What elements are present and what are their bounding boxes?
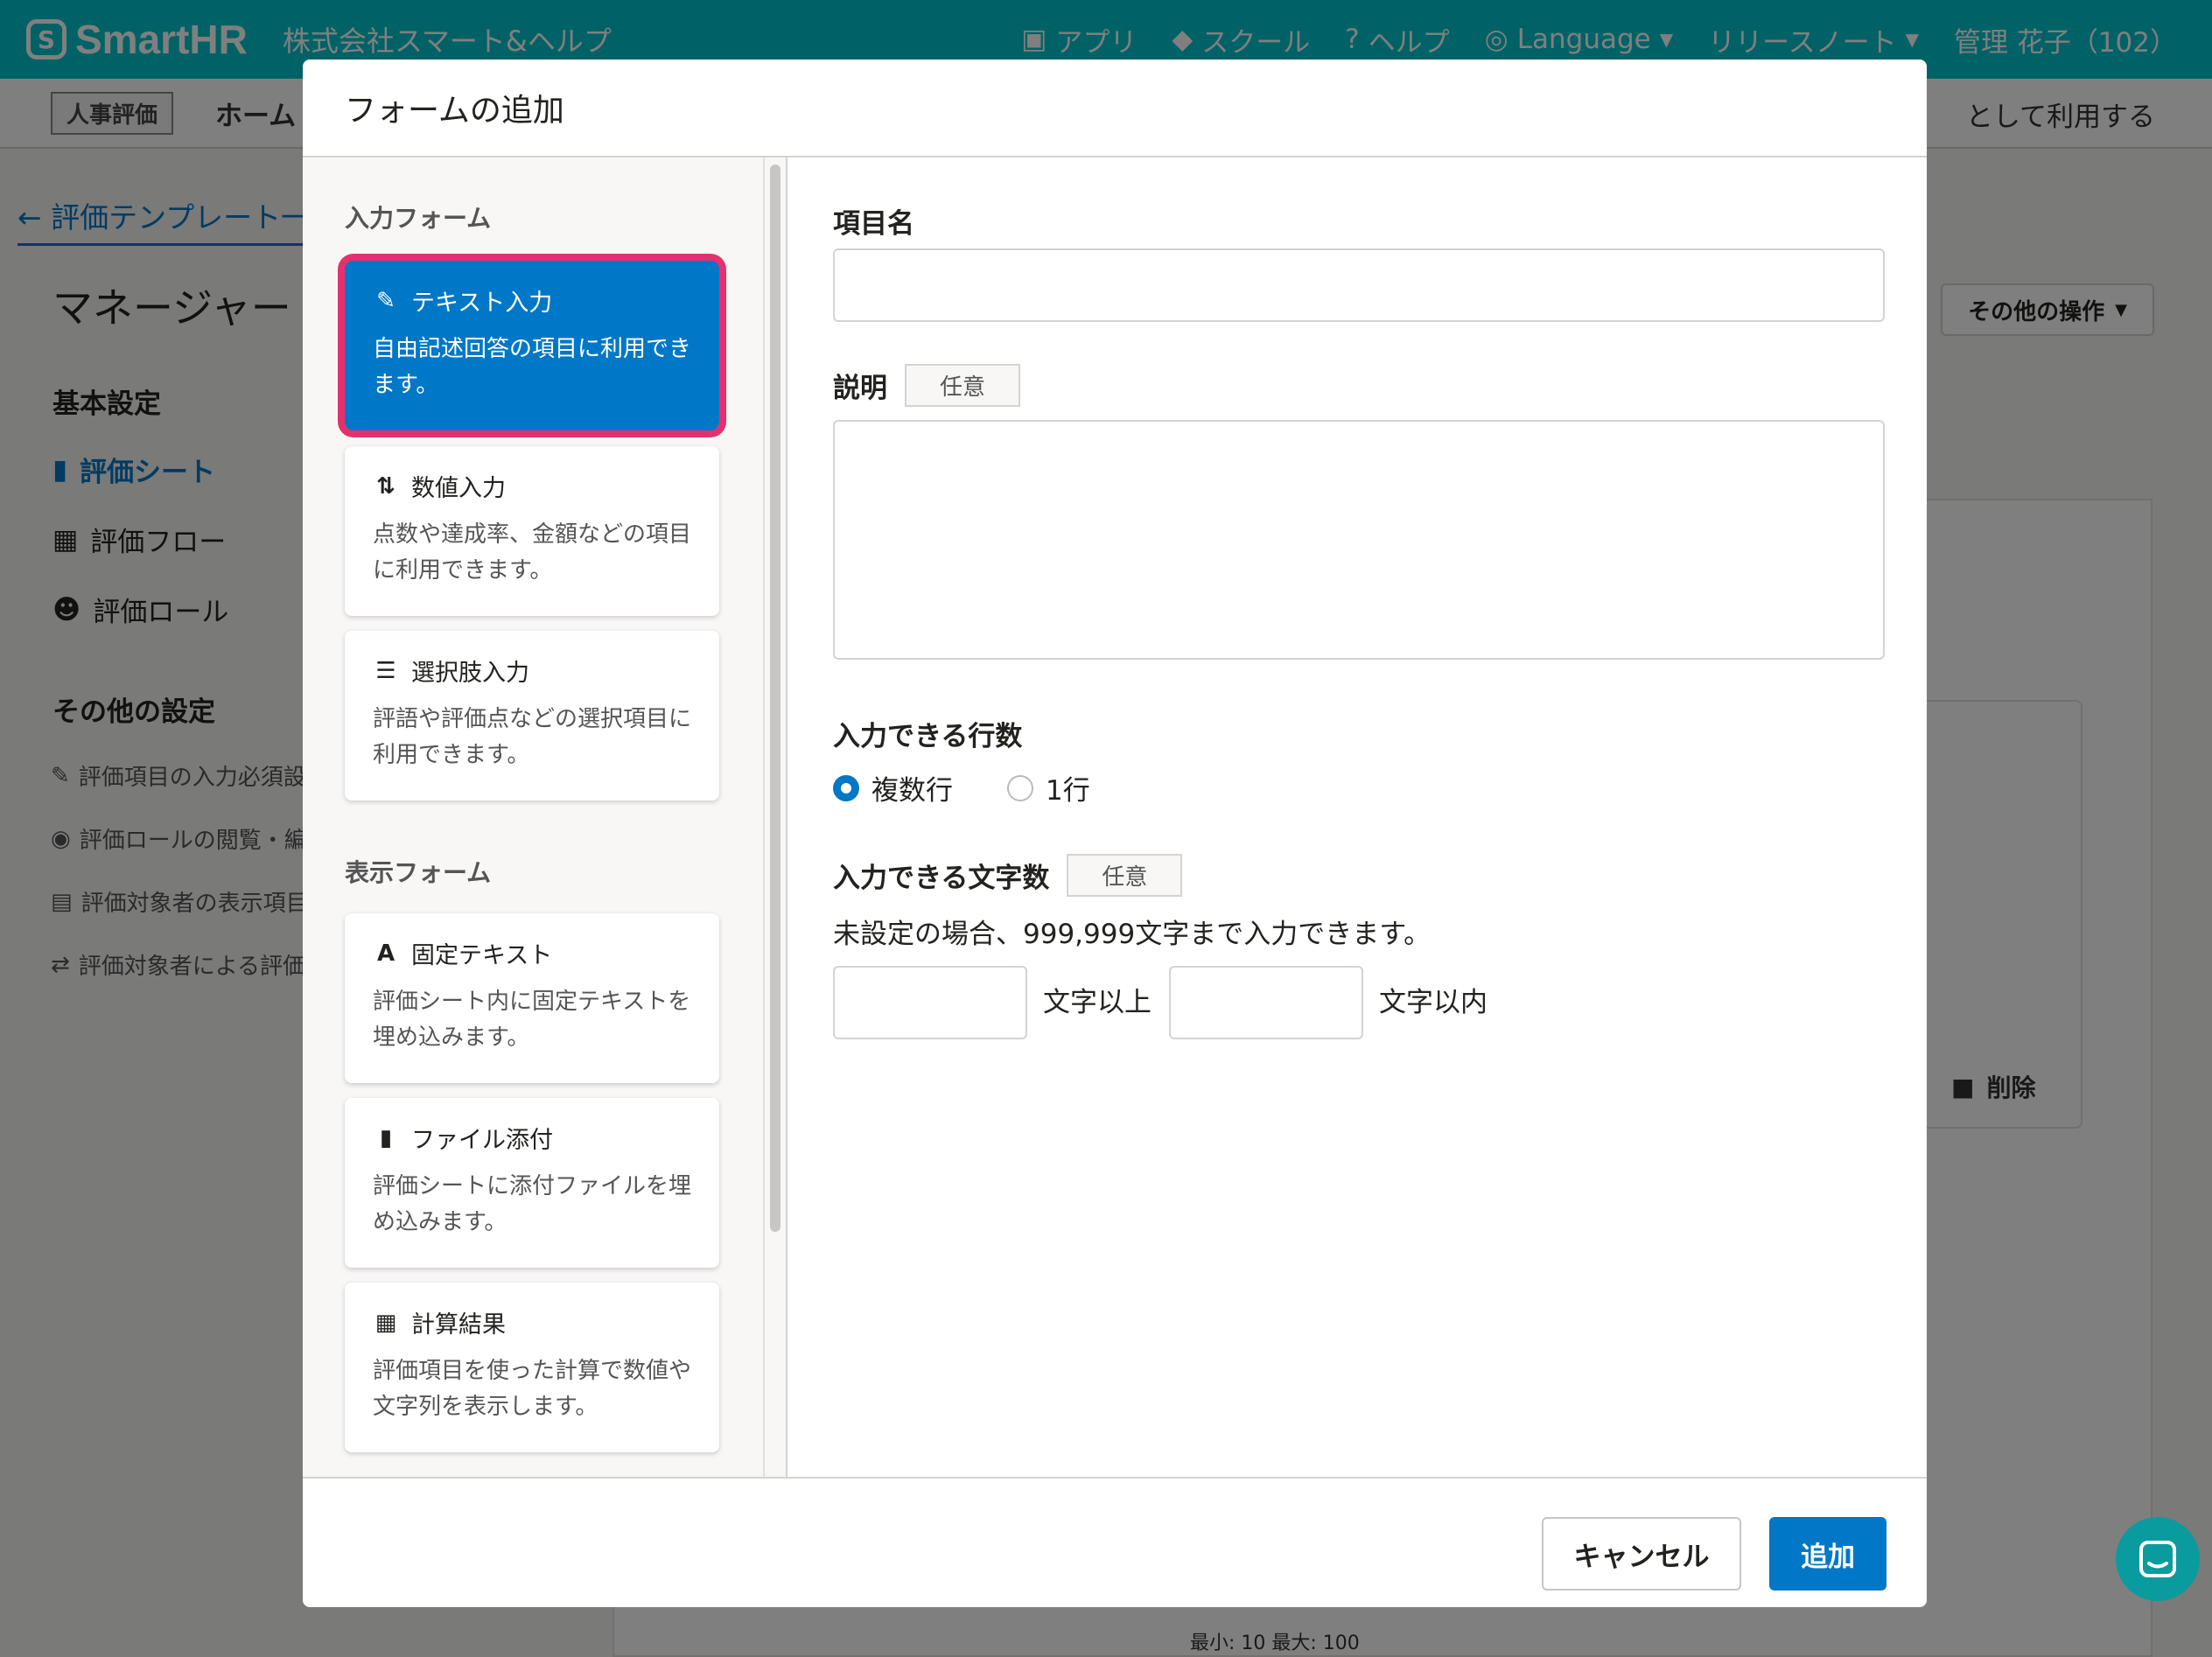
form-card-desc: 評価シートに添付ファイルを埋め込みます。 (373, 1173, 692, 1235)
display-forms-label: 表示フォーム (345, 858, 492, 887)
form-card-title: ☰ 選択肢入力 (373, 654, 691, 688)
min-chars-suffix: 文字以上 (1043, 987, 1152, 1018)
description-label-text: 説明 (833, 373, 887, 404)
chars-label-text: 入力できる文字数 (833, 863, 1050, 894)
dialog-footer: キャンセル 追加 (303, 1477, 1927, 1607)
lines-label: 入力できる行数 (833, 714, 1022, 753)
max-chars-suffix: 文字以内 (1379, 987, 1488, 1018)
field-name-label-text: 項目名 (833, 208, 914, 240)
description-textarea[interactable] (833, 420, 1885, 660)
cancel-button[interactable]: キャンセル (1542, 1517, 1741, 1591)
sort-numeric-icon: ⇅ (376, 472, 396, 500)
field-name-label: 項目名 (833, 201, 914, 241)
form-card-title-text: テキスト入力 (411, 290, 553, 317)
input-forms-label: 入力フォーム (345, 204, 492, 233)
min-chars-input[interactable] (833, 966, 1027, 1039)
chars-helper-text: 未設定の場合、999,999文字まで入力できます。 (833, 919, 1432, 950)
font-icon: A (376, 940, 396, 967)
radio-single-line-label: 1行 (1046, 775, 1090, 807)
scrollbar[interactable] (770, 164, 780, 1232)
form-card-desc: 評価項目を使った計算で数値や文字列を表示します。 (373, 1358, 692, 1420)
form-card-title-text: 計算結果 (411, 1311, 506, 1339)
form-card-title: ▦ 計算結果 (373, 1305, 691, 1339)
form-card-text-input[interactable]: ✎ テキスト入力 自由記述回答の項目に利用できます。 (345, 261, 719, 430)
form-card-title: ▮ ファイル添付 (373, 1121, 691, 1155)
form-card-fixed-text[interactable]: A 固定テキスト 評価シート内に固定テキストを埋め込みます。 (345, 913, 719, 1083)
form-card-number-input[interactable]: ⇅ 数値入力 点数や達成率、金額などの項目に利用できます。 (345, 446, 719, 616)
file-icon: ▮ (379, 1124, 393, 1151)
dialog-body: 入力フォーム ✎ テキスト入力 自由記述回答の項目に利用できます。 ⇅ 数値入力 点… (303, 157, 1927, 1477)
add-button[interactable]: 追加 (1769, 1517, 1886, 1591)
optional-badge: 任意 (905, 364, 1021, 407)
chars-label: 入力できる文字数 任意 (833, 854, 1183, 897)
form-card-title-text: 固定テキスト (411, 942, 553, 969)
form-card-desc: 評価シート内に固定テキストを埋め込みます。 (373, 989, 691, 1051)
field-name-input[interactable] (833, 248, 1885, 322)
form-card-desc: 自由記述回答の項目に利用できます。 (373, 336, 692, 398)
chat-icon (2139, 1541, 2176, 1577)
form-card-choice-input[interactable]: ☰ 選択肢入力 評語や評価点などの選択項目に利用できます。 (345, 631, 719, 801)
form-settings: 項目名 説明 任意 入力できる行数 複数行 1行 入力できる文字数 任意 未設定の場… (789, 157, 1927, 1477)
form-card-desc: 点数や達成率、金額などの項目に利用できます。 (373, 521, 692, 584)
form-card-title: ✎ テキスト入力 (373, 283, 691, 318)
form-card-title: A 固定テキスト (373, 936, 691, 970)
scroll-track (763, 157, 765, 1477)
lines-label-text: 入力できる行数 (833, 721, 1023, 752)
list-icon: ☰ (375, 657, 396, 684)
calculator-icon: ▦ (374, 1309, 397, 1336)
form-card-title-text: ファイル添付 (411, 1127, 553, 1154)
form-card-title-text: 選択肢入力 (411, 660, 529, 687)
radio-multiline-label: 複数行 (872, 775, 953, 807)
optional-badge: 任意 (1067, 854, 1183, 897)
pencil-icon: ✎ (376, 287, 396, 314)
form-card-title: ⇅ 数値入力 (373, 469, 691, 503)
radio-multiline[interactable] (833, 774, 859, 801)
form-card-desc: 評語や評価点などの選択項目に利用できます。 (373, 706, 692, 768)
radio-single-line[interactable] (1007, 774, 1033, 801)
add-form-dialog: フォームの追加 入力フォーム ✎ テキスト入力 自由記述回答の項目に利用できます。… (303, 59, 1927, 1607)
form-card-title-text: 数値入力 (411, 475, 506, 502)
chat-support-button[interactable] (2116, 1517, 2200, 1601)
form-card-calculation[interactable]: ▦ 計算結果 評価項目を使った計算で数値や文字列を表示します。 (345, 1283, 719, 1452)
form-card-file-attach[interactable]: ▮ ファイル添付 評価シートに添付ファイルを埋め込みます。 (345, 1098, 719, 1268)
max-chars-input[interactable] (1169, 966, 1363, 1039)
lines-radio-group: 複数行 1行 (833, 768, 1090, 808)
description-label: 説明 任意 (833, 364, 1021, 407)
form-type-list: 入力フォーム ✎ テキスト入力 自由記述回答の項目に利用できます。 ⇅ 数値入力 点… (303, 157, 788, 1477)
dialog-title: フォームの追加 (303, 59, 1927, 157)
